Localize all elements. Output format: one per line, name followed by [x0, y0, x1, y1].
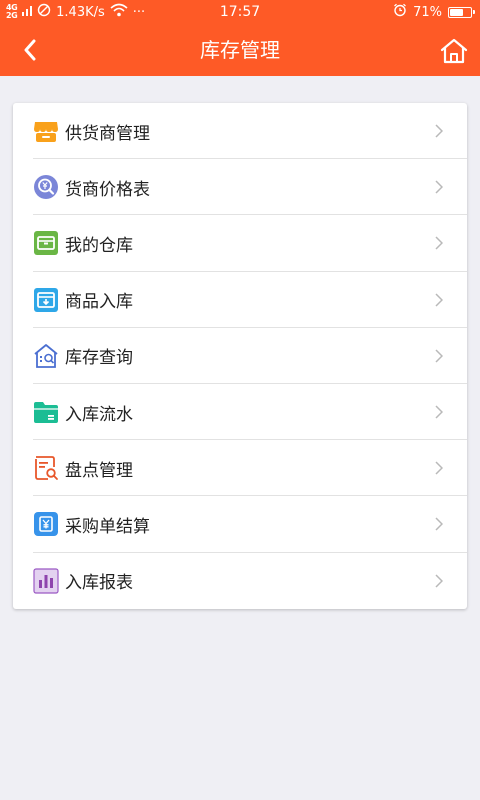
menu-card: 供货商管理 货商价格表 我的仓库 商品入库 库存查询 入库流水 盘点管理 采购单…	[13, 103, 467, 609]
battery-percent: 71%	[413, 4, 442, 20]
chevron-right-icon	[435, 440, 443, 496]
home-icon	[440, 38, 468, 64]
menu-item-label: 库存查询	[65, 348, 133, 369]
menu-item-supplier-management[interactable]: 供货商管理	[13, 103, 467, 160]
shop-icon	[33, 118, 59, 144]
menu-item-my-warehouse[interactable]: 我的仓库	[13, 215, 467, 272]
menu-item-goods-inbound[interactable]: 商品入库	[13, 272, 467, 328]
page-title: 库存管理	[200, 38, 280, 62]
chevron-right-icon	[435, 159, 443, 215]
chevron-right-icon	[435, 103, 443, 159]
menu-item-label: 供货商管理	[65, 123, 150, 144]
menu-item-purchase-settlement[interactable]: 采购单结算	[13, 496, 467, 553]
bar-chart-icon	[33, 567, 59, 594]
chevron-right-icon	[435, 215, 443, 271]
menu-item-stock-query[interactable]: 库存查询	[13, 328, 467, 385]
menu-item-label: 我的仓库	[65, 235, 133, 256]
battery-fill	[450, 8, 464, 16]
menu-item-label: 商品入库	[65, 292, 133, 313]
chevron-right-icon	[435, 553, 443, 609]
menu-item-label: 入库报表	[65, 573, 133, 594]
folder-log-icon	[33, 399, 59, 425]
menu-item-inbound-report[interactable]: 入库报表	[13, 553, 467, 609]
menu-item-inbound-log[interactable]: 入库流水	[13, 384, 467, 441]
status-right: 71%	[393, 0, 475, 24]
menu-item-label: 入库流水	[65, 404, 133, 425]
yuan-payment-icon	[33, 511, 59, 537]
chevron-right-icon	[435, 496, 443, 552]
stock-search-house-icon	[33, 343, 59, 369]
menu-item-label: 采购单结算	[65, 516, 150, 537]
chevron-right-icon	[435, 328, 443, 384]
status-bar: 4G 2G 1.43K/s ··· 17:57 71%	[0, 0, 480, 24]
chevron-right-icon	[435, 384, 443, 440]
battery-icon	[448, 6, 475, 18]
warehouse-box-icon	[33, 230, 59, 256]
price-search-icon	[33, 174, 59, 200]
home-button[interactable]	[438, 36, 470, 66]
alarm-clock-icon	[393, 3, 407, 21]
menu-item-supplier-price-list[interactable]: 货商价格表	[13, 159, 467, 216]
menu-item-label: 盘点管理	[65, 460, 133, 481]
chevron-right-icon	[435, 272, 443, 328]
menu-item-inventory-check[interactable]: 盘点管理	[13, 440, 467, 497]
menu-item-label: 货商价格表	[65, 179, 150, 200]
inventory-check-icon	[33, 455, 59, 481]
inbound-tray-icon	[33, 287, 59, 313]
nav-bar: 库存管理	[0, 24, 480, 76]
